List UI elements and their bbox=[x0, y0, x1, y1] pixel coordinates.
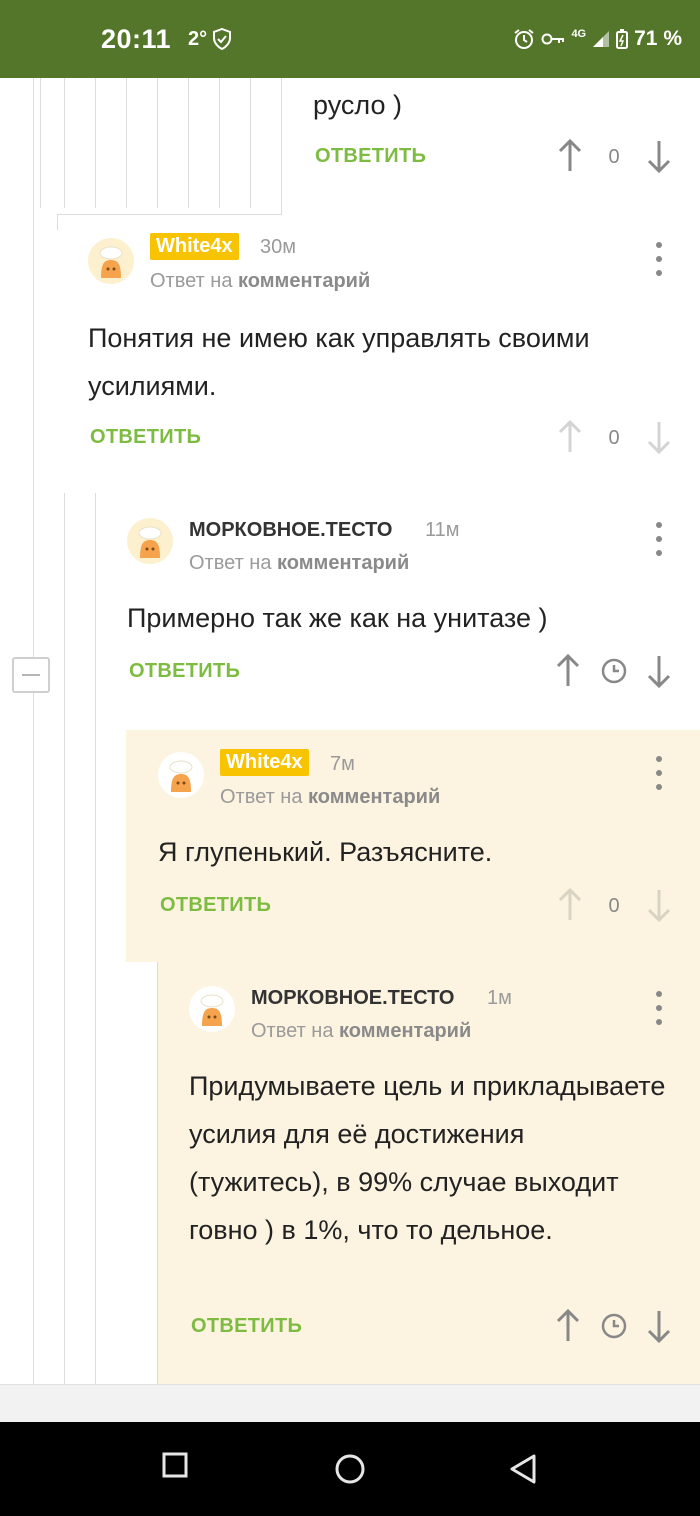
avatar[interactable] bbox=[189, 986, 235, 1032]
vote-score: 0 bbox=[608, 427, 620, 449]
battery-icon bbox=[616, 29, 629, 49]
arrow-up-icon[interactable] bbox=[557, 420, 583, 454]
more-vertical-icon[interactable] bbox=[649, 242, 669, 276]
arrow-up-icon[interactable] bbox=[555, 654, 581, 688]
comment-time: 1м bbox=[487, 987, 512, 1009]
arrow-up-icon[interactable] bbox=[557, 139, 583, 173]
reply-to: Ответ на комментарий bbox=[220, 786, 440, 809]
thread-line bbox=[188, 78, 189, 208]
chef-avatar-icon bbox=[99, 246, 123, 278]
arrow-down-icon[interactable] bbox=[646, 420, 672, 454]
reply-to-link[interactable]: комментарий bbox=[277, 552, 409, 574]
thread-line bbox=[64, 493, 65, 1384]
arrow-up-icon[interactable] bbox=[555, 1309, 581, 1343]
reply-to-prefix: Ответ на bbox=[150, 270, 233, 292]
alarm-icon bbox=[514, 29, 535, 49]
thread-line bbox=[157, 962, 158, 1384]
comment-text: Понятия не имею как управлять своими уси… bbox=[88, 323, 590, 401]
more-vertical-icon[interactable] bbox=[649, 522, 669, 556]
comment-text: русло ) bbox=[313, 90, 402, 120]
reply-button[interactable]: ОТВЕТИТЬ bbox=[90, 426, 201, 449]
thread-line bbox=[250, 78, 251, 208]
avatar[interactable] bbox=[158, 752, 204, 798]
square-icon[interactable] bbox=[162, 1452, 188, 1478]
thread-line bbox=[95, 493, 96, 1384]
thread-line bbox=[57, 214, 58, 230]
comment-text: Я глупенький. Разъясните. bbox=[158, 837, 493, 867]
thread-connector bbox=[57, 214, 282, 215]
comment-time: 11м bbox=[425, 519, 460, 541]
chef-avatar-icon bbox=[189, 986, 235, 1032]
bottom-spacer bbox=[0, 1384, 700, 1422]
reply-button[interactable]: ОТВЕТИТЬ bbox=[160, 894, 271, 917]
notification-count: 2° bbox=[188, 28, 208, 50]
signal-icon bbox=[593, 31, 610, 47]
thread-line bbox=[219, 78, 220, 208]
reply-button[interactable]: ОТВЕТИТЬ bbox=[191, 1315, 302, 1338]
more-vertical-icon[interactable] bbox=[649, 991, 669, 1025]
indent-gap bbox=[126, 962, 157, 1384]
thread-line bbox=[157, 78, 158, 208]
minus-icon[interactable] bbox=[12, 657, 50, 693]
battery-percent: 71 % bbox=[634, 27, 682, 50]
comment-text: Примерно так же как на унитазе ) bbox=[127, 603, 548, 633]
reply-to-prefix: Ответ на bbox=[189, 552, 272, 574]
reply-to-link[interactable]: комментарий bbox=[339, 1020, 471, 1042]
triangle-back-icon[interactable] bbox=[508, 1453, 538, 1485]
more-vertical-icon[interactable] bbox=[649, 756, 669, 790]
comment-time: 30м bbox=[260, 236, 296, 258]
arrow-down-icon[interactable] bbox=[646, 1309, 672, 1343]
key-icon bbox=[541, 33, 565, 45]
reply-button[interactable]: ОТВЕТИТЬ bbox=[129, 660, 240, 683]
avatar[interactable] bbox=[127, 518, 173, 564]
thread-line bbox=[64, 78, 65, 208]
reply-to: Ответ на комментарий bbox=[150, 270, 370, 293]
vote-score: 0 bbox=[608, 895, 620, 917]
vote-score: 0 bbox=[608, 146, 620, 168]
arrow-down-icon[interactable] bbox=[646, 139, 672, 173]
clock-icon bbox=[601, 658, 627, 684]
chef-avatar-icon bbox=[158, 752, 204, 798]
reply-to-link[interactable]: комментарий bbox=[308, 786, 440, 808]
thread-line bbox=[281, 78, 282, 214]
circle-icon[interactable] bbox=[334, 1453, 366, 1485]
comment-time: 7м bbox=[330, 753, 355, 775]
system-navigation-bar bbox=[0, 1422, 700, 1516]
comment-author[interactable]: МОРКОВНОЕ.ТЕСТО bbox=[189, 519, 392, 542]
clock-icon bbox=[601, 1313, 627, 1339]
comment-text: Придумываете цель и прикладываете усилия… bbox=[189, 1071, 666, 1245]
thread-line bbox=[126, 78, 127, 208]
chef-avatar-icon bbox=[138, 526, 162, 558]
arrow-down-icon[interactable] bbox=[646, 654, 672, 688]
status-right: 4G 71 % bbox=[513, 27, 682, 51]
reply-to-prefix: Ответ на bbox=[251, 1020, 334, 1042]
reply-to: Ответ на комментарий bbox=[251, 1020, 471, 1043]
avatar[interactable] bbox=[88, 238, 134, 284]
author-badge[interactable]: White4x bbox=[220, 749, 309, 776]
thread-line bbox=[33, 78, 34, 1384]
reply-to: Ответ на комментарий bbox=[189, 552, 409, 575]
network-type: 4G bbox=[571, 27, 587, 40]
arrow-up-icon[interactable] bbox=[557, 888, 583, 922]
comment-author[interactable]: МОРКОВНОЕ.ТЕСТО bbox=[251, 987, 454, 1010]
thread-line bbox=[95, 78, 96, 208]
status-bar: 20:11 2° 4G 71 % bbox=[0, 0, 700, 78]
thread-line bbox=[40, 78, 41, 208]
status-time: 20:11 bbox=[101, 24, 172, 54]
author-badge[interactable]: White4x bbox=[150, 233, 239, 260]
arrow-down-icon[interactable] bbox=[646, 888, 672, 922]
reply-button[interactable]: ОТВЕТИТЬ bbox=[315, 145, 426, 168]
shield-icon bbox=[213, 28, 231, 50]
reply-to-prefix: Ответ на bbox=[220, 786, 303, 808]
reply-to-link[interactable]: комментарий bbox=[238, 270, 370, 292]
comments-area[interactable]: русло ) ОТВЕТИТЬ 0 White4x 30м Ответ на … bbox=[0, 78, 700, 1384]
